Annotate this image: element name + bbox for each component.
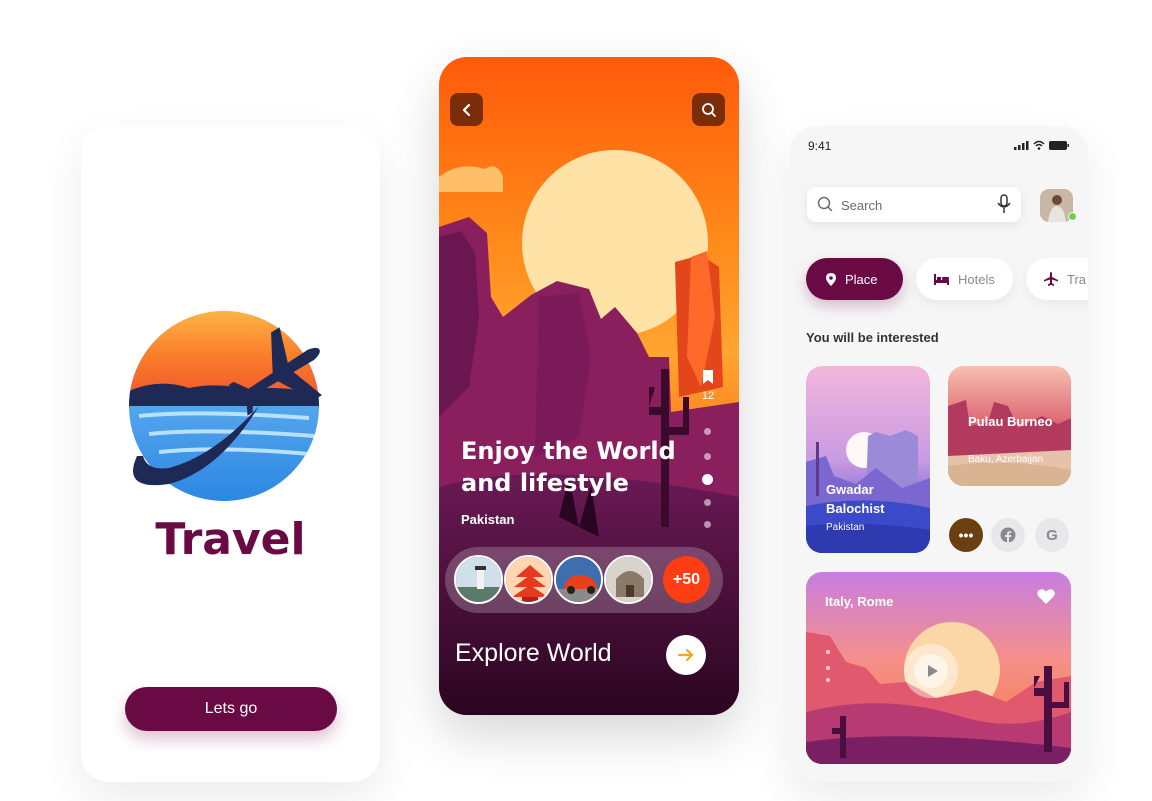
- card-location: Pakistan: [826, 522, 865, 533]
- search-input[interactable]: [841, 195, 981, 215]
- gallery-thumb-lighthouse[interactable]: [454, 555, 503, 604]
- location-pin-icon: [826, 272, 836, 286]
- chip-label: Place: [845, 271, 878, 287]
- destination-card-rome[interactable]: Italy, Rome: [806, 572, 1071, 764]
- microphone-icon[interactable]: [997, 194, 1011, 214]
- hero-title: Enjoy the World and lifestyle: [461, 437, 676, 497]
- pager-dot-active[interactable]: [702, 474, 713, 485]
- bookmark-icon[interactable]: [701, 369, 715, 385]
- chip-label: Tra: [1067, 271, 1087, 287]
- explore-button[interactable]: [666, 635, 706, 675]
- online-indicator: [1068, 212, 1077, 221]
- pager-dot[interactable]: [704, 453, 711, 460]
- pager-dot[interactable]: [704, 499, 711, 506]
- facebook-icon: [1000, 527, 1016, 543]
- section-title: You will be interested: [806, 330, 939, 345]
- arrow-right-icon: [677, 648, 694, 662]
- plane-icon: [1044, 272, 1058, 286]
- pager-dot[interactable]: [704, 521, 711, 528]
- lets-go-button[interactable]: Lets go: [125, 687, 337, 731]
- splash-screen: Travel Lets go: [81, 126, 380, 782]
- gallery-thumb-car[interactable]: [554, 555, 603, 604]
- card-illustration: [806, 366, 930, 553]
- explore-label: Explore World: [455, 639, 612, 667]
- hero-location: Pakistan: [461, 512, 515, 527]
- hero-screen: 12 Enjoy the World and lifestyle Pakista…: [439, 57, 739, 715]
- facebook-button[interactable]: [991, 518, 1025, 552]
- home-screen: 9:41 Place Hotels Tra You will be intere: [789, 126, 1088, 782]
- status-time: 9:41: [808, 139, 832, 153]
- chip-place[interactable]: Place: [806, 258, 903, 300]
- chip-hotels[interactable]: Hotels: [916, 258, 1013, 300]
- travel-logo: [129, 311, 322, 501]
- search-icon: [701, 102, 716, 117]
- gallery-thumb-monument[interactable]: [604, 555, 653, 604]
- destination-card-gwadar[interactable]: Gwadar Balochist Pakistan: [806, 366, 930, 553]
- card-title: Gwadar Balochist: [826, 482, 885, 516]
- chevron-left-icon: [462, 103, 470, 116]
- chip-travel[interactable]: Tra: [1026, 258, 1088, 300]
- brand-name: Travel: [155, 514, 306, 565]
- status-icons: [1014, 140, 1069, 150]
- card-title: Pulau Burneo: [968, 414, 1053, 429]
- google-button[interactable]: G: [1035, 518, 1069, 552]
- destination-gallery: +50: [445, 547, 723, 613]
- back-button[interactable]: [450, 93, 483, 126]
- card-title: Italy, Rome: [825, 594, 894, 609]
- chip-label: Hotels: [958, 271, 995, 287]
- search-bar: [807, 187, 1021, 222]
- heart-icon[interactable]: [1037, 588, 1055, 604]
- pager-dot[interactable]: [826, 650, 830, 654]
- search-icon: [817, 196, 833, 212]
- play-button[interactable]: [904, 644, 958, 698]
- more-destinations-badge[interactable]: +50: [663, 556, 710, 603]
- bed-icon: [934, 273, 949, 285]
- more-options-button[interactable]: •••: [949, 518, 983, 552]
- app-showcase: Travel Lets go 12 Enjoy the World and li…: [0, 0, 1152, 801]
- gallery-thumb-pagoda[interactable]: [504, 555, 553, 604]
- pager-dot[interactable]: [826, 666, 830, 670]
- destination-card-pulau[interactable]: Pulau Burneo Baku, Azerbaijan: [948, 366, 1071, 486]
- sunset-illustration: [439, 57, 739, 715]
- play-icon: [914, 654, 948, 688]
- pager-dot[interactable]: [826, 678, 830, 682]
- bookmark-count: 12: [701, 390, 715, 402]
- card-location: Baku, Azerbaijan: [968, 454, 1044, 465]
- search-button[interactable]: [692, 93, 725, 126]
- pager-dot[interactable]: [704, 428, 711, 435]
